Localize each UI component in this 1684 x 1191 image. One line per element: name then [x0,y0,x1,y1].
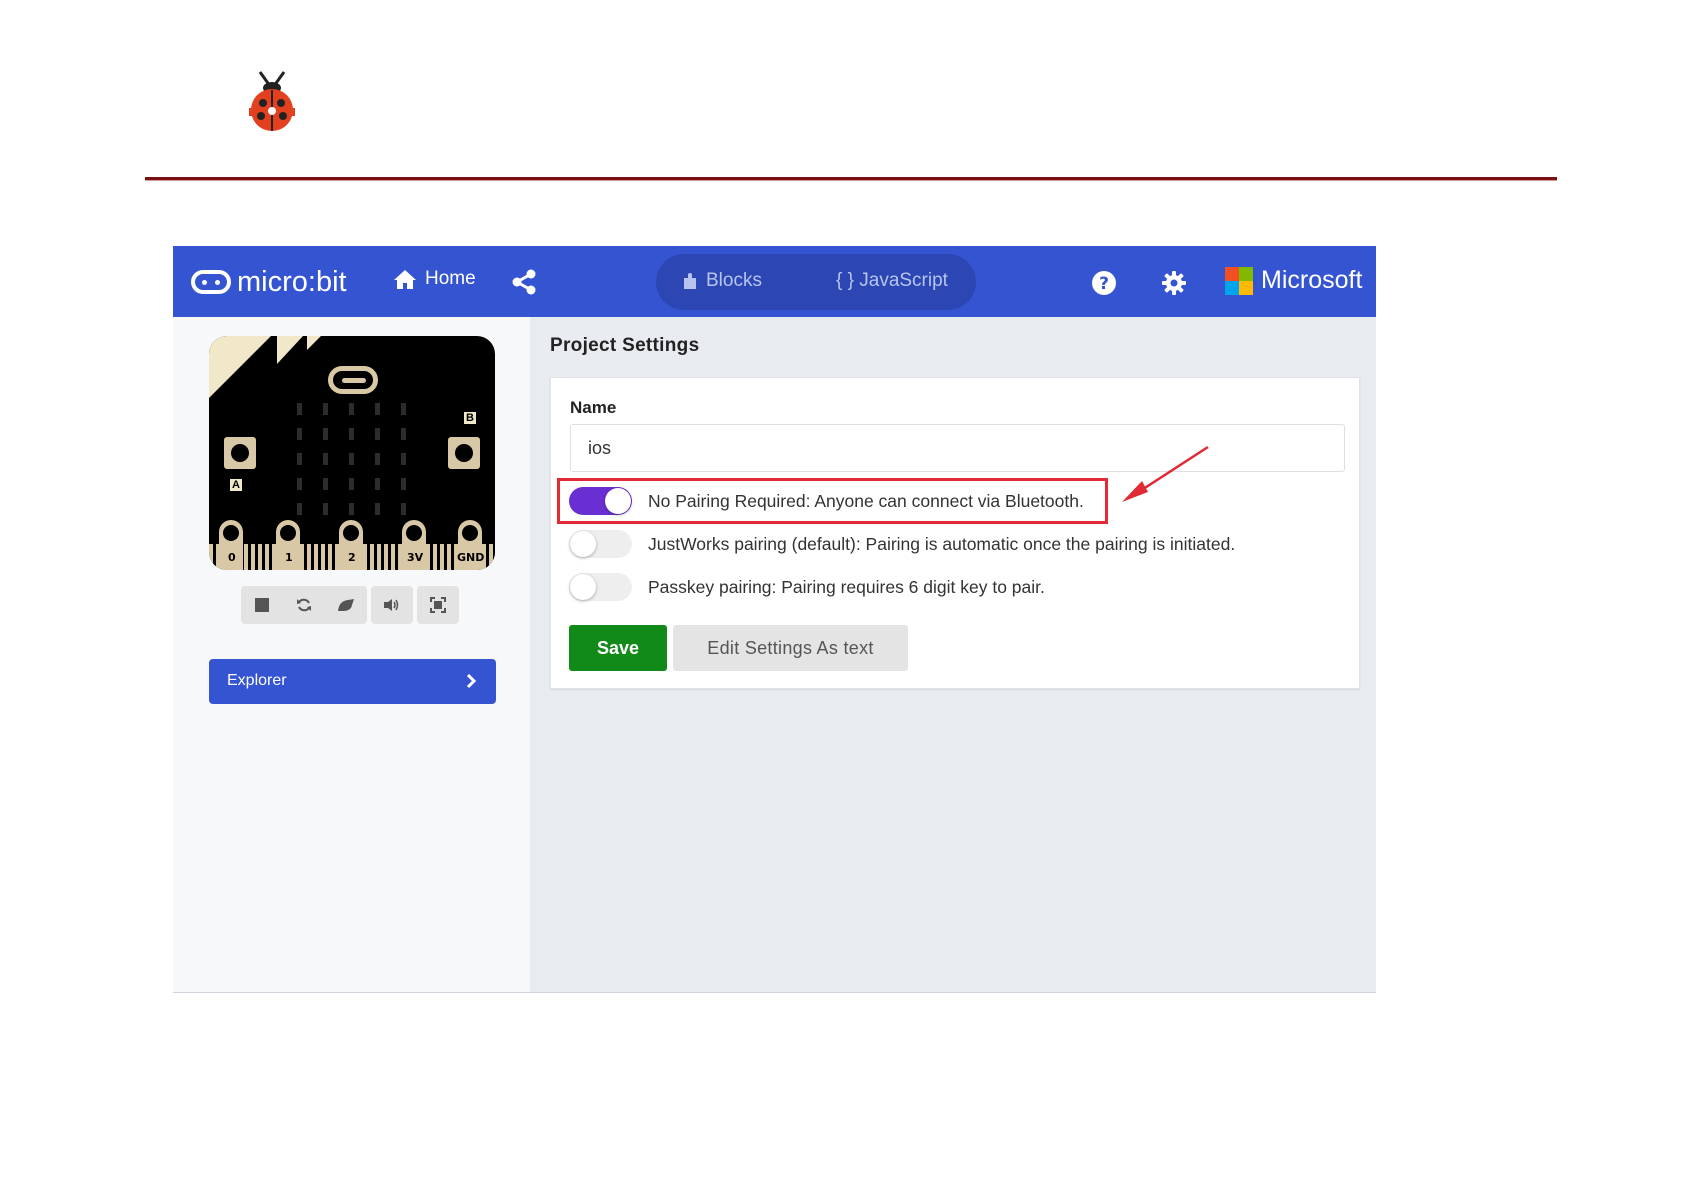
pin-3v-label: 3V [407,551,424,564]
settings-panel: Project Settings Name No Pairing Require… [530,317,1376,992]
sound-button[interactable] [371,586,413,624]
simulator-controls [241,586,459,624]
top-bar: micro:bit Home Blocks { } JavaScript ? M… [173,246,1376,317]
microsoft-label: Microsoft [1261,266,1363,294]
simulator-sidebar: A B 0 1 2 3V GND Explorer [173,317,530,992]
edit-settings-as-text-button[interactable]: Edit Settings As text [673,625,908,671]
pin-2-label: 2 [348,551,356,564]
sound-control-group [371,586,413,624]
option-no-pairing: No Pairing Required: Anyone can connect … [569,487,1084,515]
home-label: Home [425,268,476,289]
explorer-label: Explorer [227,672,287,689]
stop-icon [255,598,269,612]
restart-button[interactable] [283,586,325,624]
option-justworks-label: JustWorks pairing (default): Pairing is … [648,533,1236,554]
microsoft-brand[interactable]: Microsoft [1225,266,1362,295]
share-icon[interactable] [511,269,537,295]
button-b[interactable] [448,437,480,469]
microsoft-logo-icon [1225,266,1253,295]
restart-icon [297,598,311,612]
home-icon [394,269,416,289]
fullscreen-button[interactable] [417,586,459,624]
makecode-window: micro:bit Home Blocks { } JavaScript ? M… [173,246,1376,993]
pin-1-label: 1 [285,551,293,564]
debug-icon [338,599,354,611]
editor-switch: Blocks { } JavaScript [656,254,976,310]
pin-0-label: 0 [228,551,236,564]
board-corner-decoration [209,336,321,398]
header-rule-shadow [145,180,1557,181]
settings-card: Name No Pairing Required: Anyone can con… [550,377,1360,689]
option-passkey-label: Passkey pairing: Pairing requires 6 digi… [648,576,1045,597]
help-icon[interactable]: ? [1091,270,1117,296]
toggle-no-pairing[interactable] [569,487,632,515]
ladybug-logo [249,71,295,131]
option-justworks: JustWorks pairing (default): Pairing is … [569,530,1235,558]
brand-label: micro:bit [237,265,347,298]
button-a-label: A [230,479,242,491]
microbit-brand[interactable]: micro:bit [191,264,347,300]
chevron-right-icon [466,673,476,689]
name-label: Name [570,398,617,417]
stop-button[interactable] [241,586,283,624]
tab-javascript[interactable]: { } JavaScript [836,270,948,292]
pin-gnd-label: GND [457,551,485,564]
tab-blocks-label: Blocks [706,270,762,291]
page-title: Project Settings [550,335,700,356]
debug-button[interactable] [325,586,367,624]
home-button[interactable]: Home [393,268,476,290]
fullscreen-control-group [417,586,459,624]
project-name-input[interactable] [570,424,1345,472]
tab-javascript-label: { } JavaScript [836,270,948,291]
toggle-passkey[interactable] [569,573,632,601]
sound-icon [384,599,399,611]
microbit-simulator[interactable]: A B 0 1 2 3V GND [209,336,495,570]
explorer-button[interactable]: Explorer [209,659,496,704]
sim-control-group [241,586,367,624]
button-a[interactable] [224,437,256,469]
tab-blocks[interactable]: Blocks [682,270,762,292]
toggle-justworks[interactable] [569,530,632,558]
svg-text:?: ? [1099,274,1109,294]
board-logo-icon [328,366,378,394]
option-no-pairing-label: No Pairing Required: Anyone can connect … [648,490,1084,511]
puzzle-icon [684,273,696,289]
button-b-label: B [464,412,476,424]
annotation-arrow-icon [1122,445,1209,502]
gear-icon[interactable] [1161,270,1187,296]
save-button[interactable]: Save [569,625,667,671]
option-passkey: Passkey pairing: Pairing requires 6 digi… [569,573,1045,601]
fullscreen-icon [430,597,446,613]
microbit-logo-icon [191,270,231,294]
